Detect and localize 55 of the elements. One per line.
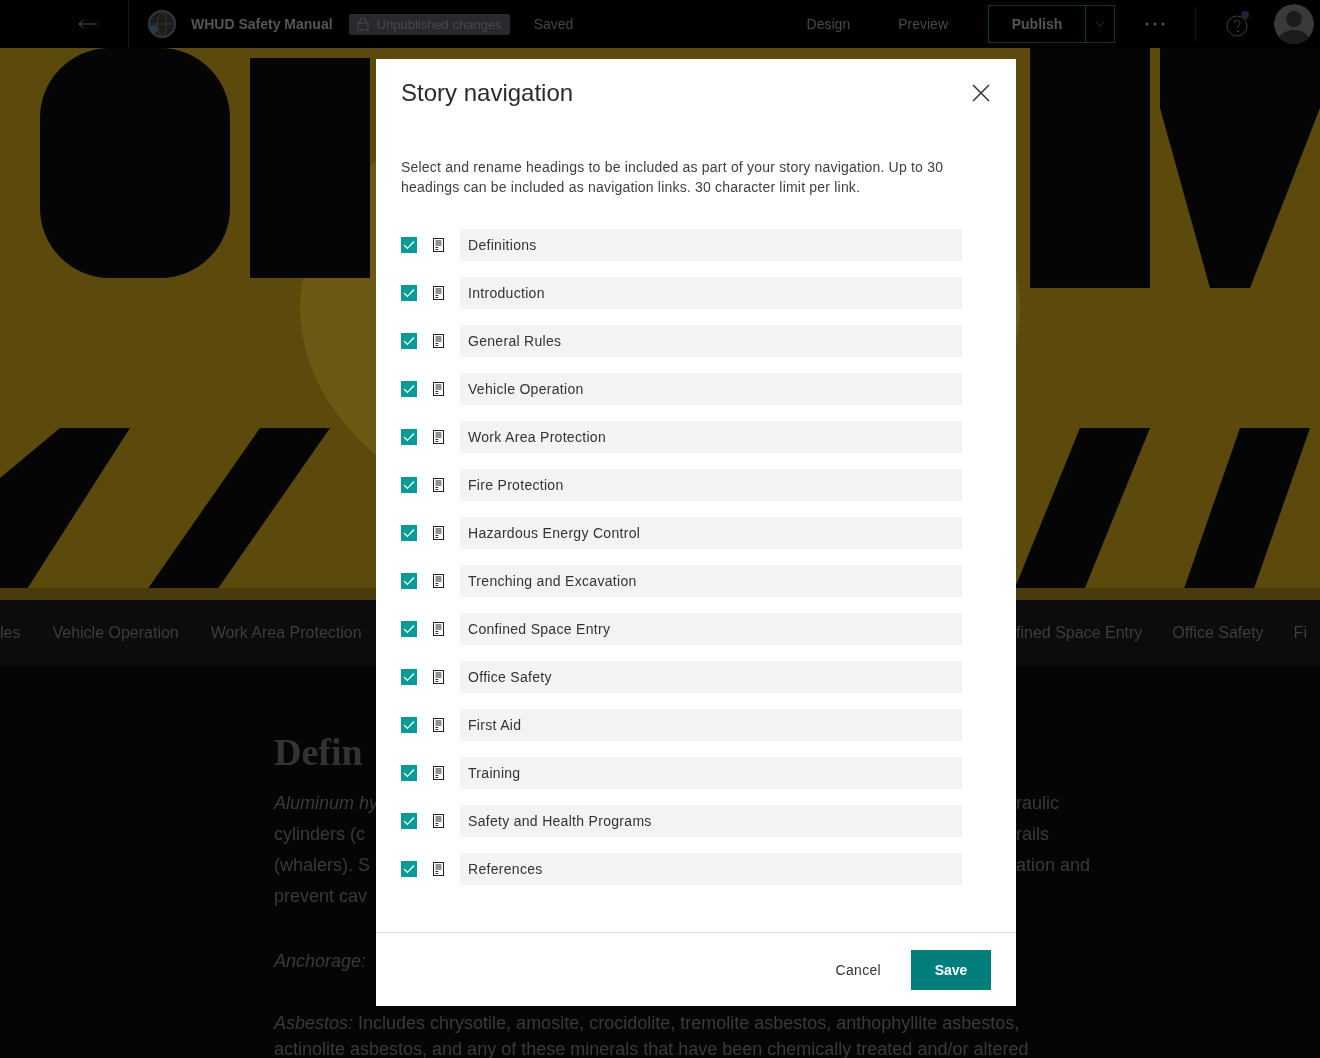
checkbox[interactable] [401, 861, 417, 877]
checkbox[interactable] [401, 477, 417, 493]
heading-name-field[interactable]: References [460, 853, 962, 885]
close-icon[interactable] [972, 84, 990, 102]
checkbox[interactable] [401, 525, 417, 541]
heading-name-field[interactable]: Trenching and Excavation [460, 565, 962, 597]
document-icon [433, 238, 444, 252]
checkbox[interactable] [401, 621, 417, 637]
save-status: Saved [533, 16, 574, 32]
more-icon[interactable] [1145, 22, 1165, 26]
document-icon [433, 718, 444, 732]
heading-name-field[interactable]: Introduction [460, 277, 962, 309]
checkbox[interactable] [401, 429, 417, 445]
help-icon[interactable] [1226, 10, 1250, 38]
document-icon [433, 286, 444, 300]
checkbox[interactable] [401, 669, 417, 685]
document-icon [433, 862, 444, 876]
story-title: WHUD Safety Manual [191, 16, 333, 32]
checkbox[interactable] [401, 573, 417, 589]
checkbox[interactable] [401, 237, 417, 253]
document-icon [433, 526, 444, 540]
heading-name-field[interactable]: Fire Protection [460, 469, 962, 501]
document-icon [433, 622, 444, 636]
heading-name-field[interactable]: First Aid [460, 709, 962, 741]
document-icon [433, 574, 444, 588]
checkbox[interactable] [401, 813, 417, 829]
heading-name-field[interactable]: Safety and Health Programs [460, 805, 962, 837]
heading-name-field[interactable]: Work Area Protection [460, 421, 962, 453]
heading-name-field[interactable]: Vehicle Operation [460, 373, 962, 405]
heading-name-field[interactable]: Hazardous Energy Control [460, 517, 962, 549]
checkbox[interactable] [401, 765, 417, 781]
caret-icon [1095, 21, 1105, 27]
checkbox[interactable] [401, 381, 417, 397]
document-icon [433, 670, 444, 684]
document-icon [433, 766, 444, 780]
globe-logo-icon [147, 9, 177, 39]
document-icon [433, 382, 444, 396]
dialog-description: Select and rename headings to be included as part of your story navigation. Up to 30 headings can be included as navigation links. 30 character limit per link. [401, 158, 945, 197]
cancel-button[interactable]: Cancel [829, 960, 887, 979]
checkbox[interactable] [401, 717, 417, 733]
heading-name-field[interactable]: Training [460, 757, 962, 789]
heading-name-field[interactable]: General Rules [460, 325, 962, 357]
document-icon [433, 814, 444, 828]
lock-icon [356, 17, 369, 31]
document-icon [433, 334, 444, 348]
back-arrow-icon[interactable] [78, 19, 98, 29]
save-button[interactable]: Save [911, 949, 991, 990]
document-icon [433, 430, 444, 444]
document-icon [433, 478, 444, 492]
heading-name-field[interactable]: Confined Space Entry [460, 613, 962, 645]
heading-name-field[interactable]: Definitions [460, 229, 962, 261]
checkbox[interactable] [401, 285, 417, 301]
dialog-title: Story navigation [401, 79, 574, 107]
checkbox[interactable] [401, 333, 417, 349]
heading-name-field[interactable]: Office Safety [460, 661, 962, 693]
